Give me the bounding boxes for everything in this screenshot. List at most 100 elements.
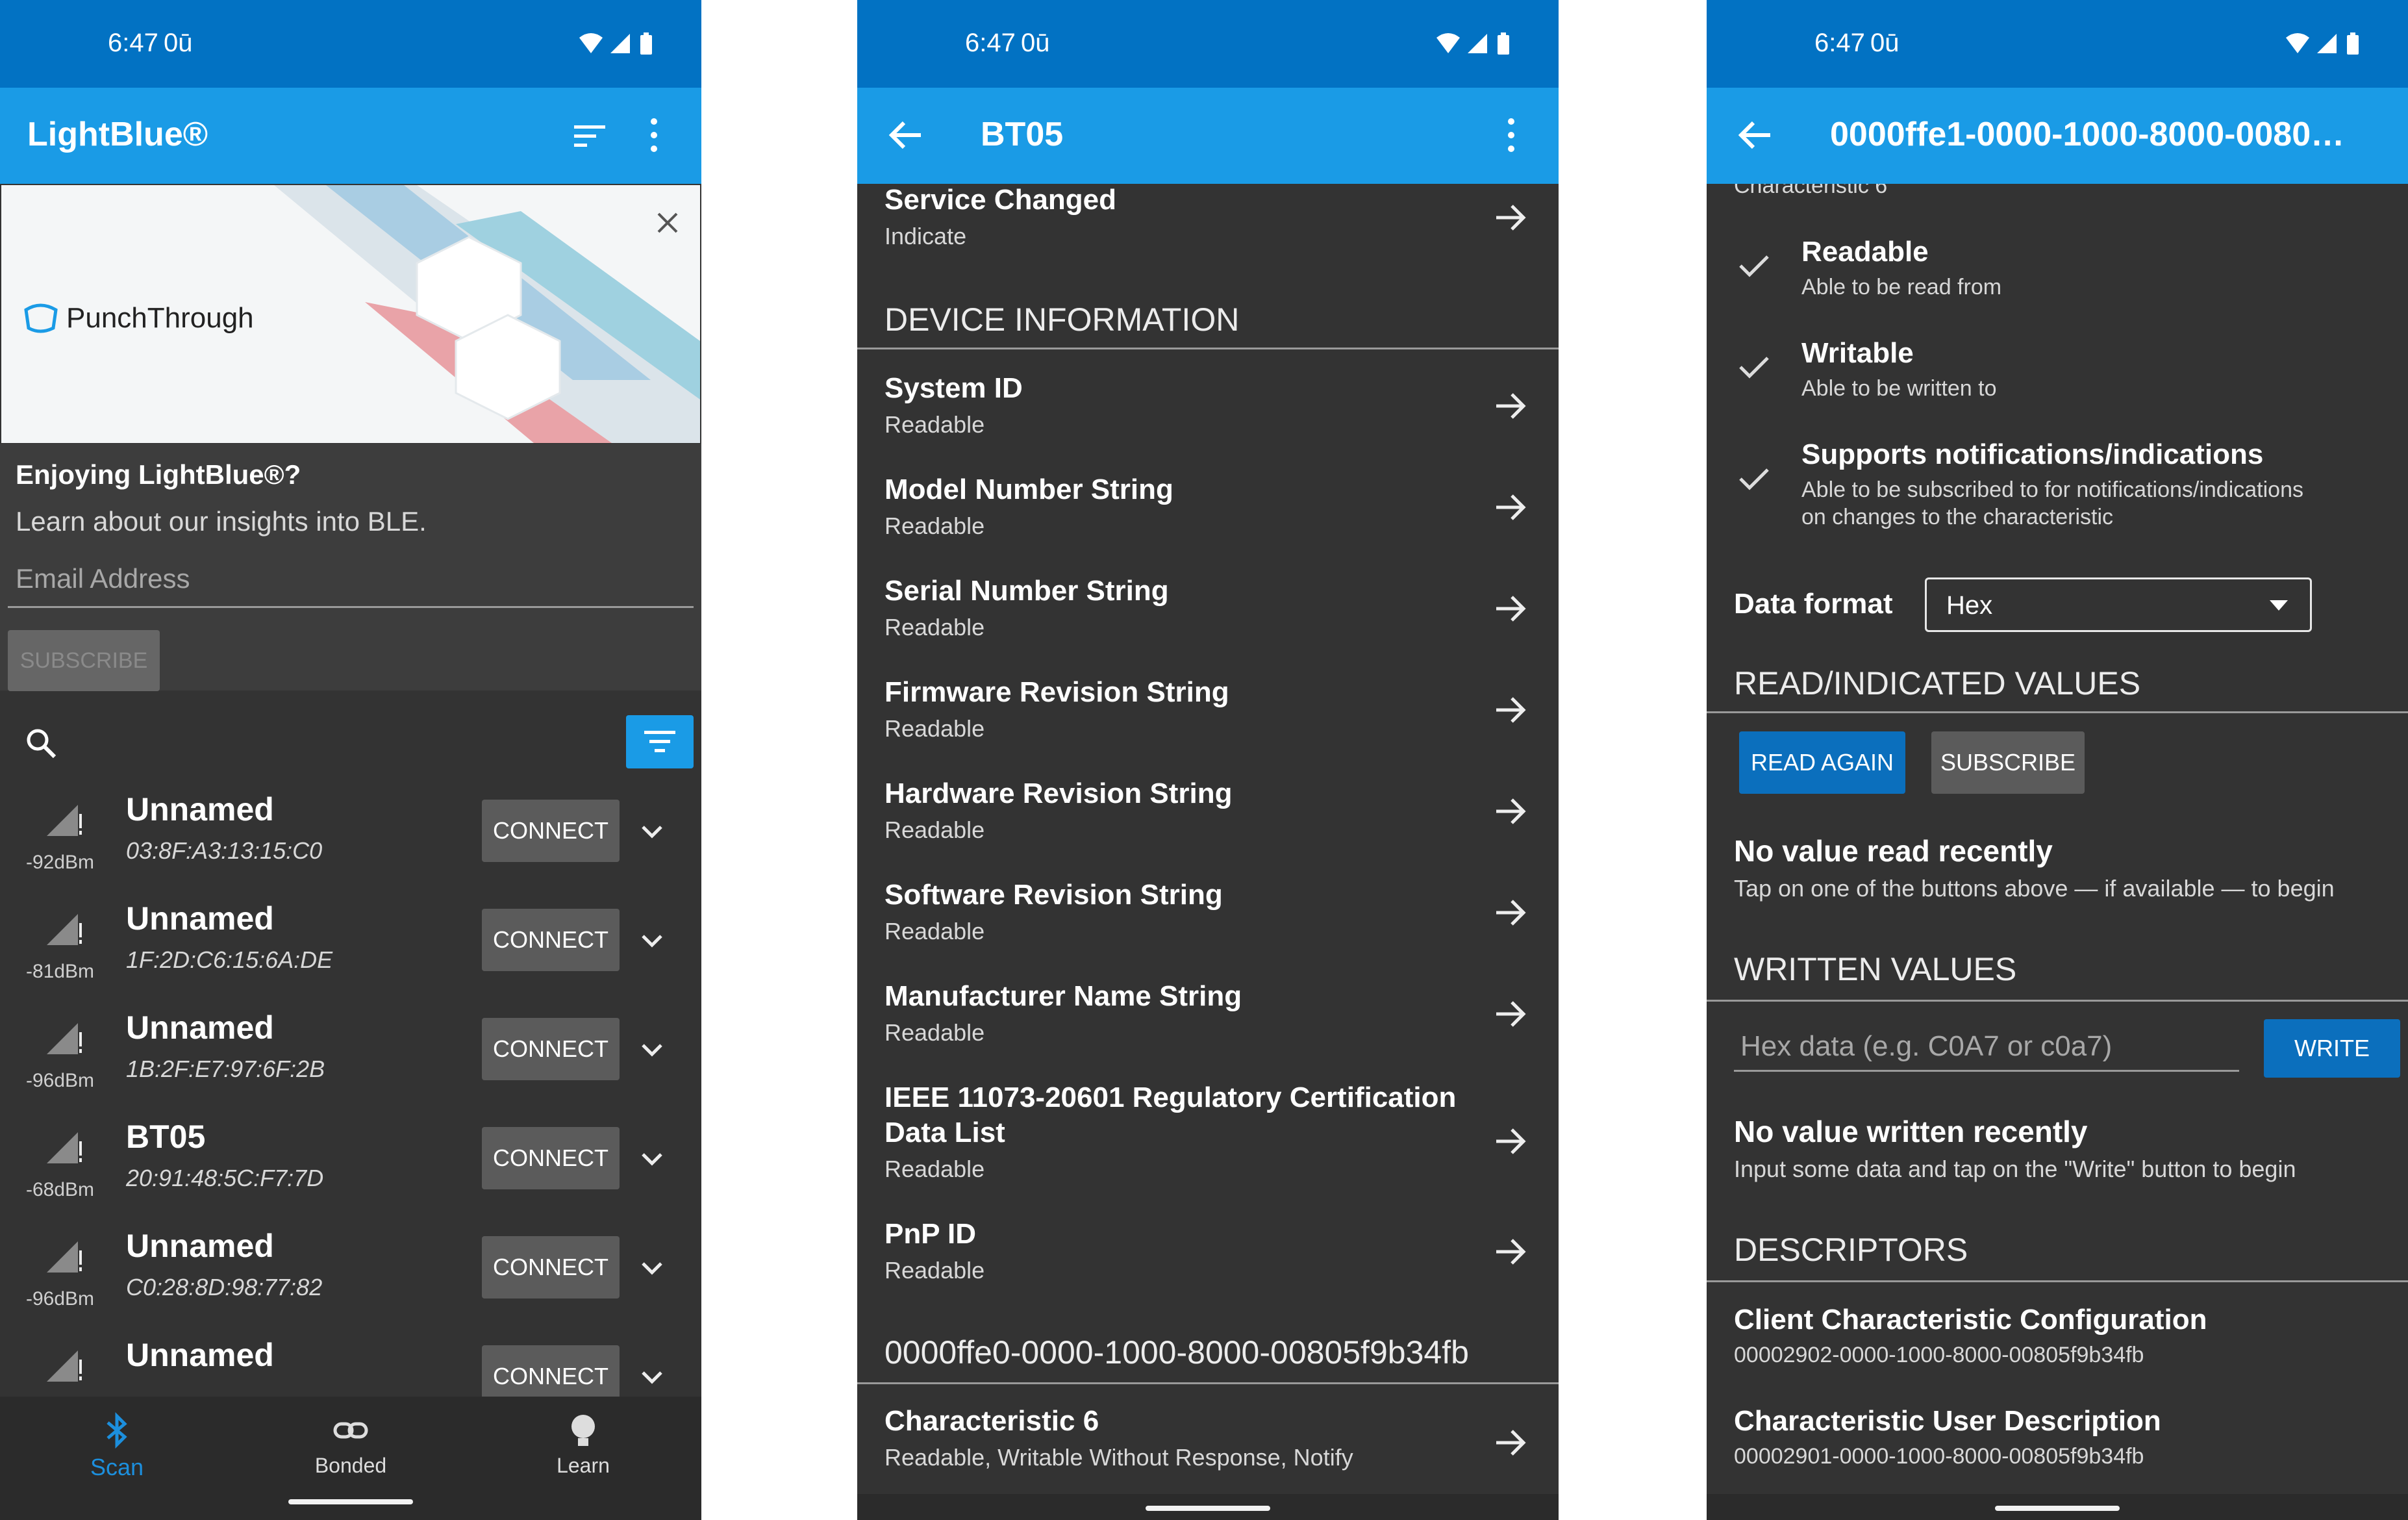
arrow-right-icon	[1496, 900, 1526, 926]
chevron-down-icon[interactable]	[639, 1036, 665, 1062]
read-again-button[interactable]: READ AGAIN	[1739, 731, 1905, 794]
arrow-right-icon	[1496, 205, 1526, 231]
data-format-label: Data format	[1734, 588, 1893, 620]
item-props: Indicate	[884, 223, 967, 249]
device-name: Unnamed	[126, 791, 274, 828]
nav-bonded[interactable]: Bonded	[273, 1412, 429, 1490]
more-options-icon[interactable]	[633, 114, 675, 157]
connect-button[interactable]: CONNECT	[482, 909, 620, 971]
app-bar: BT05	[857, 88, 1559, 184]
connect-button[interactable]: CONNECT	[482, 1018, 620, 1080]
device-screen: 6:47 0ū BT05 Service Changed Indicate DE…	[857, 0, 1559, 1520]
device-rssi: -92dBm	[26, 852, 95, 873]
chevron-down-icon[interactable]	[639, 1254, 665, 1280]
bottom-nav: Scan Bonded Learn	[0, 1397, 701, 1520]
item-name: PnP ID	[884, 1218, 977, 1250]
characteristic-item[interactable]: PnP ID Readable	[857, 1218, 1559, 1302]
descriptor-item[interactable]: Client Characteristic Configuration 00002…	[1707, 1304, 2408, 1388]
connect-button[interactable]: CONNECT	[482, 1236, 620, 1298]
chevron-down-icon[interactable]	[639, 818, 665, 844]
no-write-title: No value written recently	[1734, 1115, 2088, 1148]
characteristic-item[interactable]: Software Revision String Readable	[857, 879, 1559, 963]
characteristic-item[interactable]: Model Number String Readable	[857, 474, 1559, 558]
section-divider	[857, 348, 1559, 349]
home-indicator[interactable]	[1995, 1506, 2120, 1511]
hex-data-input[interactable]: Hex data (e.g. C0A7 or c0a7)	[1740, 1030, 2112, 1063]
subscribe-button[interactable]: SUBSCRIBE	[1931, 731, 2085, 794]
status-icons	[579, 32, 652, 55]
signal-strength-icon	[47, 1241, 82, 1273]
arrow-right-icon	[1496, 1128, 1526, 1154]
item-name: Service Changed	[884, 184, 1117, 216]
section-custom-service: 0000ffe0-0000-1000-8000-00805f9b34fb	[884, 1334, 1469, 1371]
subscribe-button[interactable]: SUBSCRIBE	[8, 630, 160, 691]
characteristic-item[interactable]: Firmware Revision String Readable	[857, 676, 1559, 761]
vpn-badge: 0ū	[1870, 29, 1900, 57]
signal-strength-icon	[47, 1023, 82, 1054]
more-options-icon[interactable]	[1490, 114, 1533, 157]
property-item: Supports notifications/indications Able t…	[1707, 438, 2408, 529]
item-props: Readable	[884, 411, 985, 438]
nav-learn[interactable]: Learn	[505, 1412, 661, 1490]
device-row[interactable]: -96dBm Unnamed 1B:2F:E7:97:6F:2B CONNECT	[0, 1006, 701, 1115]
device-row[interactable]: -96dBm Unnamed C0:28:8D:98:77:82 CONNECT	[0, 1224, 701, 1334]
device-row[interactable]: -81dBm Unnamed 1F:2D:C6:15:6A:DE CONNECT	[0, 897, 701, 1006]
property-title: Supports notifications/indications	[1801, 438, 2264, 470]
section-divider	[1707, 1000, 2408, 1002]
chevron-down-icon[interactable]	[639, 1145, 665, 1171]
characteristic-content: Characteristic 6 Readable Able to be read…	[1707, 184, 2408, 1520]
device-row[interactable]: -92dBm Unnamed 03:8F:A3:13:15:C0 CONNECT	[0, 788, 701, 897]
data-format-select[interactable]: Hex	[1925, 577, 2312, 632]
checkmark-icon	[1739, 357, 1769, 379]
device-name: Unnamed	[126, 900, 274, 937]
characteristic-6-item[interactable]: Characteristic 6 Readable, Writable With…	[857, 1405, 1559, 1483]
newsletter-panel: Enjoying LightBlue®? Learn about our ins…	[0, 444, 701, 691]
home-indicator[interactable]	[1146, 1506, 1270, 1511]
device-title: BT05	[981, 116, 1064, 153]
characteristic-item[interactable]: IEEE 11073-20601 Regulatory Certificatio…	[857, 1082, 1559, 1205]
status-icons	[2286, 32, 2359, 55]
section-descriptors: DESCRIPTORS	[1734, 1232, 1968, 1268]
search-icon[interactable]	[23, 726, 58, 761]
descriptor-item[interactable]: Characteristic User Description 00002901-…	[1707, 1405, 2408, 1489]
back-arrow-icon[interactable]	[884, 114, 927, 157]
service-changed-item[interactable]: Service Changed Indicate	[857, 184, 1559, 257]
item-name: Characteristic 6	[884, 1405, 1099, 1437]
chevron-down-icon[interactable]	[639, 1363, 665, 1389]
descriptor-uuid: 00002902-0000-1000-8000-00805f9b34fb	[1734, 1343, 2144, 1367]
services-content: Service Changed Indicate DEVICE INFORMAT…	[857, 184, 1559, 1520]
close-icon[interactable]	[655, 210, 681, 236]
characteristic-item[interactable]: Manufacturer Name String Readable	[857, 980, 1559, 1065]
sort-icon[interactable]	[571, 121, 608, 150]
no-read-title: No value read recently	[1734, 834, 2053, 868]
arrow-right-icon	[1496, 1239, 1526, 1265]
back-arrow-icon[interactable]	[1734, 114, 1777, 157]
descriptor-name: Client Characteristic Configuration	[1734, 1304, 2207, 1336]
device-row[interactable]: -68dBm BT05 20:91:48:5C:F7:7D CONNECT	[0, 1115, 701, 1224]
nav-bonded-label: Bonded	[314, 1454, 387, 1477]
connect-button[interactable]: CONNECT	[482, 1127, 620, 1189]
home-indicator[interactable]	[288, 1499, 413, 1504]
item-props: Readable, Writable Without Response, Not…	[884, 1444, 1353, 1471]
signal-strength-icon	[47, 805, 82, 836]
section-read-values: READ/INDICATED VALUES	[1734, 665, 2141, 702]
device-address: 1B:2F:E7:97:6F:2B	[126, 1056, 325, 1082]
write-button[interactable]: WRITE	[2264, 1019, 2400, 1078]
chevron-down-icon[interactable]	[639, 927, 665, 953]
property-item: Writable Able to be written to	[1707, 337, 2408, 428]
property-desc: Able to be subscribed to for notificatio…	[1801, 477, 2304, 502]
connect-button[interactable]: CONNECT	[482, 800, 620, 862]
punchthrough-logo-icon	[24, 303, 58, 333]
characteristic-item[interactable]: Hardware Revision String Readable	[857, 778, 1559, 862]
promo-banner[interactable]: PunchThrough	[1, 185, 700, 443]
property-title: Readable	[1801, 236, 1929, 268]
email-field[interactable]: Email Address	[16, 563, 190, 594]
section-device-information: DEVICE INFORMATION	[884, 301, 1240, 338]
filter-button[interactable]	[626, 715, 694, 768]
nav-scan[interactable]: Scan	[39, 1412, 195, 1490]
newsletter-headline: Enjoying LightBlue®?	[16, 459, 301, 490]
banner-brand: PunchThrough	[66, 302, 254, 334]
characteristic-item[interactable]: System ID Readable	[857, 372, 1559, 457]
newsletter-subtitle: Learn about our insights into BLE.	[16, 506, 427, 537]
characteristic-item[interactable]: Serial Number String Readable	[857, 575, 1559, 659]
